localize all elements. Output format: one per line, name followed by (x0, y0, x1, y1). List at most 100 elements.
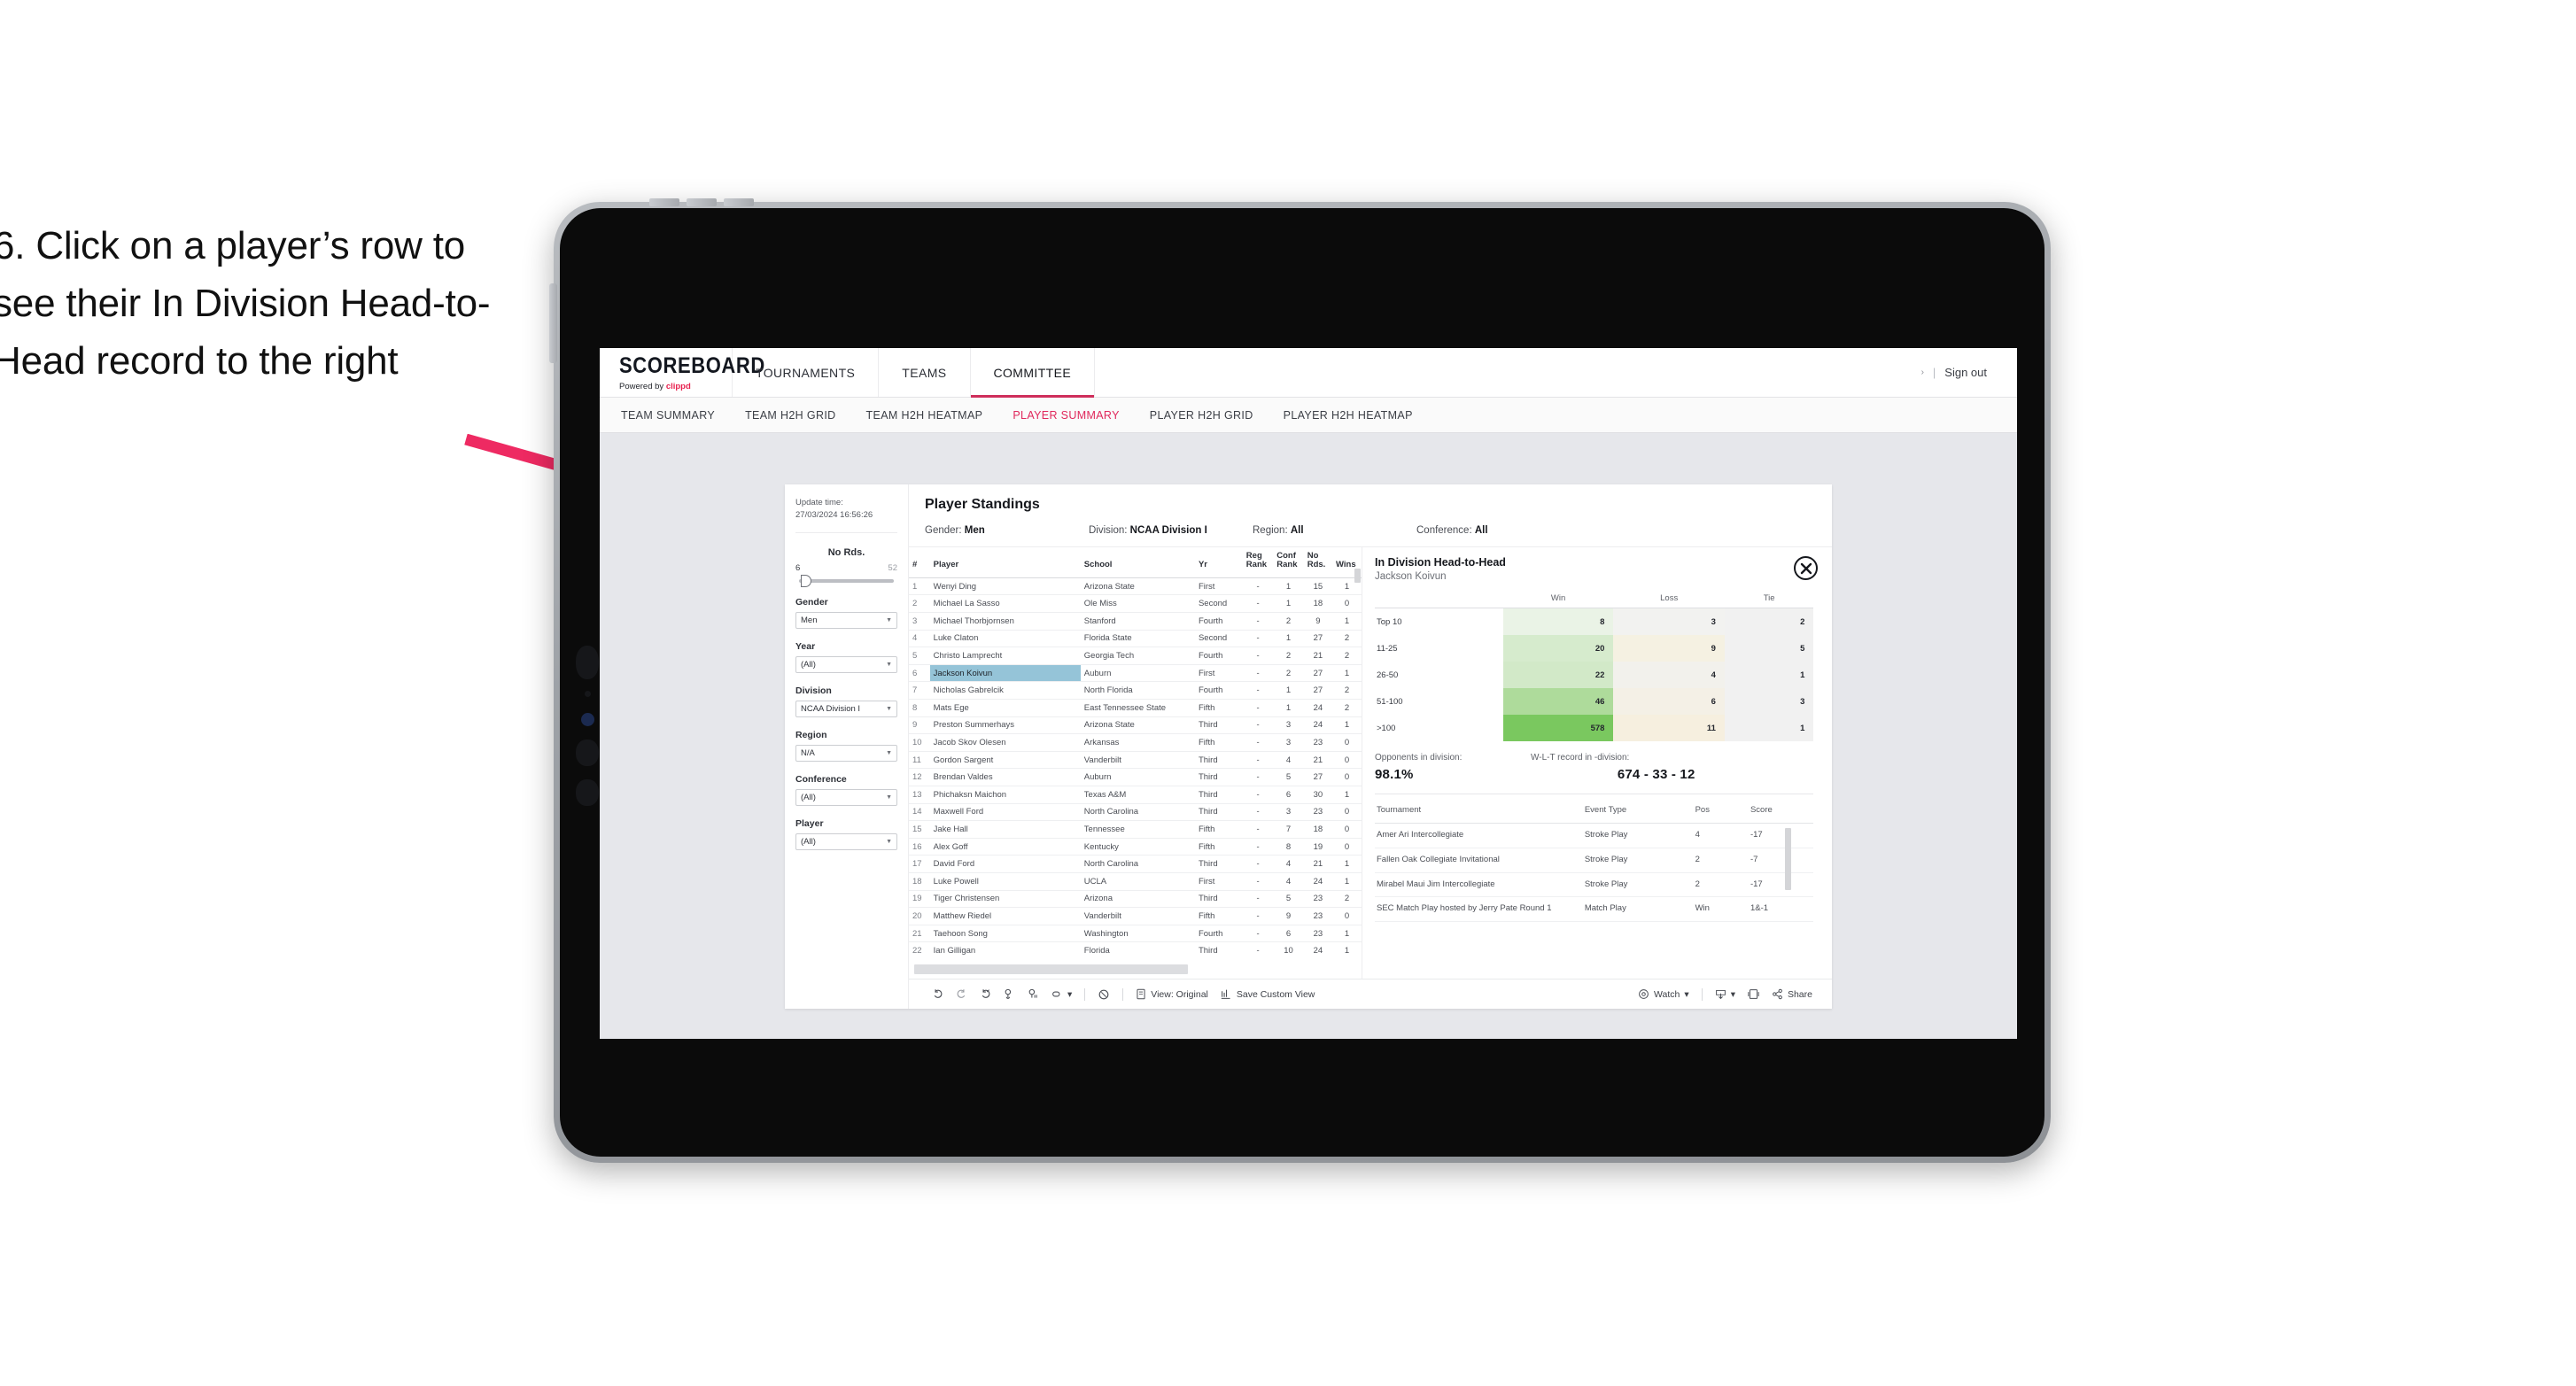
h2h-row[interactable]: 11-25 20 9 5 (1375, 635, 1814, 662)
table-row[interactable]: 19 Tiger Christensen Arizona Third -5 23 2 (909, 890, 1362, 909)
h2h-row[interactable]: Top 10 8 3 2 (1375, 608, 1814, 635)
wins-cell: 1 (1332, 855, 1362, 873)
sub-nav-team-summary[interactable]: TEAM SUMMARY (621, 409, 715, 422)
highlight-icon[interactable]: ▾ (1051, 988, 1072, 1000)
filter-division-select[interactable]: NCAA Division I ▼ (795, 700, 897, 717)
undo-icon[interactable] (932, 988, 943, 1000)
col-year[interactable]: Yr (1194, 547, 1243, 578)
watch-icon (1639, 989, 1649, 999)
sub-nav-player-summary[interactable]: PLAYER SUMMARY (1013, 409, 1119, 422)
filter-region-select[interactable]: N/A ▼ (795, 744, 897, 762)
col-conf-rank[interactable]: Conf Rank (1273, 547, 1304, 578)
tournament-name-cell: Amer Ari Intercollegiate (1375, 823, 1583, 848)
col-event-type[interactable]: Event Type (1582, 798, 1694, 824)
table-row[interactable]: 8 Mats Ege East Tennessee State Fifth -1 24 2 (909, 699, 1362, 717)
view-original-button[interactable]: View: Original (1136, 988, 1208, 1000)
no-rounds-max: 52 (888, 562, 897, 573)
table-row[interactable]: 17 David Ford North Carolina Third -4 21 1 (909, 855, 1362, 873)
col-rank[interactable]: # (909, 547, 930, 578)
h2h-row[interactable]: 51-100 46 6 3 (1375, 688, 1814, 715)
col-no-rds[interactable]: No Rds. (1303, 547, 1332, 578)
standings-scrollbar-track[interactable] (909, 959, 1362, 979)
table-row[interactable]: 7 Nicholas Gabrelcik North Florida Fourth -1… (909, 681, 1362, 701)
redo-icon[interactable] (956, 988, 967, 1000)
player-cell: Michael La Sasso (929, 594, 1081, 614)
filter-region-value: N/A (801, 747, 815, 758)
fullscreen-button[interactable] (1748, 988, 1759, 1000)
table-row[interactable]: 4 Luke Claton Florida State Second -1 27 2 (909, 630, 1362, 648)
top-nav-teams[interactable]: TEAMS (879, 348, 971, 397)
standings-scroll-area[interactable]: # Player School Yr Reg Rank Conf Rank No Rd… (909, 547, 1362, 959)
tournament-row[interactable]: SEC Match Play hosted by Jerry Pate Roun… (1375, 896, 1814, 923)
col-tournament[interactable]: Tournament (1375, 798, 1583, 824)
player-cell: Tiger Christensen (929, 890, 1081, 909)
conf-rank-cell: 3 (1273, 716, 1304, 735)
table-row[interactable]: 13 Phichaksn Maichon Texas A&M Third -6 30 1 (909, 786, 1362, 804)
share-button[interactable]: Share (1772, 988, 1812, 1000)
col-player[interactable]: Player (929, 547, 1081, 578)
meta-conference-label: Conference: (1416, 525, 1472, 536)
standings-horizontal-scrollbar[interactable] (914, 964, 1189, 974)
col-school[interactable]: School (1080, 547, 1195, 578)
table-row[interactable]: 22 Ian Gilligan Florida Third -10 24 1 (909, 941, 1362, 959)
col-pos[interactable]: Pos (1693, 798, 1749, 824)
top-nav-tournaments[interactable]: TOURNAMENTS (733, 348, 880, 397)
table-row[interactable]: 11 Gordon Sargent Vanderbilt Third -4 21 0 (909, 751, 1362, 770)
table-row[interactable]: 3 Michael Thorbjornsen Stanford Fourth -2 9 1 (909, 612, 1362, 631)
tournament-row[interactable]: Mirabel Maui Jim Intercollegiate Stroke P… (1375, 872, 1814, 898)
table-row[interactable]: 18 Luke Powell UCLA First -4 24 1 (909, 872, 1362, 891)
no-rds-cell: 27 (1303, 630, 1332, 648)
sub-nav-team-h2h-grid[interactable]: TEAM H2H GRID (745, 409, 835, 422)
sub-nav-player-h2h-heatmap[interactable]: PLAYER H2H HEATMAP (1284, 409, 1413, 422)
refresh-data-icon[interactable] (1004, 988, 1015, 1000)
h2h-col-loss: Loss (1613, 591, 1725, 608)
filter-gender-select[interactable]: Men ▼ (795, 611, 897, 629)
filter-year-select[interactable]: (All) ▼ (795, 655, 897, 673)
top-nav-committee[interactable]: COMMITTEE (970, 348, 1096, 398)
sub-nav-player-h2h-grid[interactable]: PLAYER H2H GRID (1150, 409, 1253, 422)
revert-icon[interactable] (980, 988, 991, 1000)
h2h-row[interactable]: 26-50 22 4 1 (1375, 662, 1814, 688)
table-row[interactable]: 21 Taehoon Song Washington Fourth -6 23 1 (909, 925, 1362, 943)
table-row[interactable]: 5 Christo Lamprecht Georgia Tech Fourth -2 21… (909, 647, 1362, 665)
sign-out-link[interactable]: Sign out (1944, 366, 1987, 379)
table-row[interactable]: 15 Jake Hall Tennessee Fifth -7 18 0 (909, 820, 1362, 839)
close-circle-icon[interactable] (1794, 556, 1818, 580)
save-custom-view-button[interactable]: Save Custom View (1221, 988, 1315, 1000)
app-logo[interactable]: SCOREBOARD Powered by clippd (600, 348, 764, 397)
download-caret-icon[interactable]: ▾ (1731, 989, 1735, 1000)
tournament-row[interactable]: Amer Ari Intercollegiate Stroke Play 4 -17 (1375, 823, 1814, 848)
h2h-row[interactable]: >100 578 11 1 (1375, 715, 1814, 741)
tournament-scroll-wrap: Tournament Event Type Pos Score Amer Ari… (1375, 794, 1832, 923)
download-button[interactable]: ▾ (1715, 988, 1735, 1000)
table-row[interactable]: 20 Matthew Riedel Vanderbilt Fifth -9 23 0 (909, 907, 1362, 925)
highlight-caret-icon[interactable]: ▾ (1067, 989, 1072, 1000)
no-rounds-slider[interactable] (799, 574, 894, 587)
standings-vertical-scrollbar[interactable] (1354, 569, 1361, 583)
device-camera-icon (581, 713, 594, 726)
table-row[interactable]: 1 Wenyi Ding Arizona State First -1 15 1 (909, 577, 1362, 596)
filter-player-select[interactable]: (All) ▼ (795, 832, 897, 850)
filter-conference-select[interactable]: (All) ▼ (795, 788, 897, 806)
sub-nav-team-h2h-heatmap[interactable]: TEAM H2H HEATMAP (866, 409, 983, 422)
year-cell: Fifth (1194, 699, 1243, 717)
table-row[interactable]: 12 Brendan Valdes Auburn Third -5 27 0 (909, 768, 1362, 786)
chevron-right-icon[interactable]: › (1921, 368, 1924, 377)
col-reg-rank[interactable]: Reg Rank (1242, 547, 1274, 578)
watch-button[interactable]: Watch ▾ (1638, 988, 1689, 1000)
table-row[interactable]: 2 Michael La Sasso Ole Miss Second -1 18 0 (909, 594, 1362, 614)
watch-caret-icon[interactable]: ▾ (1684, 989, 1688, 1000)
tournament-vertical-scrollbar[interactable] (1785, 828, 1791, 890)
table-row[interactable]: 16 Alex Goff Kentucky Fifth -8 19 0 (909, 838, 1362, 856)
table-row[interactable]: 14 Maxwell Ford North Carolina Third -3 23 0 (909, 803, 1362, 822)
table-row[interactable]: 10 Jacob Skov Olesen Arkansas Fifth -3 23 0 (909, 733, 1362, 752)
table-row[interactable]: 9 Preston Summerhays Arizona State Third -3 2… (909, 716, 1362, 735)
table-row[interactable]: 6 Jackson Koivun Auburn First -2 27 1 (909, 664, 1362, 683)
conf-rank-cell: 5 (1273, 768, 1304, 786)
no-rounds-slider-handle[interactable] (801, 574, 811, 587)
col-score[interactable]: Score (1748, 798, 1814, 824)
clear-selection-icon[interactable] (1098, 988, 1110, 1001)
pause-updates-icon[interactable] (1028, 988, 1039, 1000)
no-rds-cell: 30 (1303, 786, 1332, 804)
tournament-row[interactable]: Fallen Oak Collegiate Invitational Stroke… (1375, 848, 1814, 873)
